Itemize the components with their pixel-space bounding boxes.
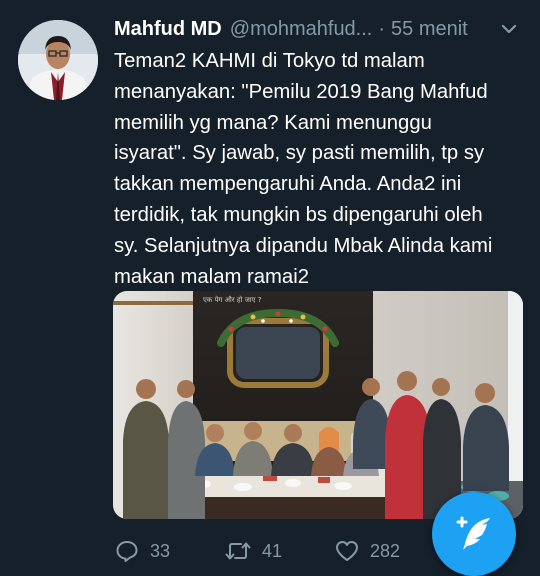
tweet-text: Teman2 KAHMI di Tokyo td malam menanyaka… bbox=[114, 50, 493, 288]
compose-tweet-button[interactable] bbox=[432, 492, 516, 576]
header-separator: · bbox=[378, 17, 386, 40]
tweet-header: Mahfud MD @mohmahfud... · 55 menit bbox=[114, 16, 534, 42]
reply-icon bbox=[116, 541, 138, 562]
like-button[interactable]: 282 bbox=[334, 536, 400, 566]
retweet-icon bbox=[225, 542, 251, 560]
retweet-count: 41 bbox=[262, 540, 283, 561]
tweet-photo[interactable]: एक पेग और हो जाए ? bbox=[113, 291, 523, 519]
heart-icon bbox=[336, 541, 358, 561]
reply-count: 33 bbox=[150, 540, 171, 561]
retweet-button[interactable]: 41 bbox=[224, 536, 282, 566]
author-handle[interactable]: @mohmahfud... bbox=[230, 18, 373, 41]
compose-feather-icon bbox=[456, 516, 490, 550]
wall-text: एक पेग और हो जाए ? bbox=[203, 295, 262, 304]
chevron-down-icon[interactable] bbox=[498, 18, 520, 40]
group-dinner-photo: एक पेग और हो जाए ? bbox=[113, 291, 523, 519]
avatar-photo bbox=[18, 20, 98, 100]
author-avatar[interactable] bbox=[18, 20, 98, 100]
author-name[interactable]: Mahfud MD bbox=[114, 18, 222, 41]
reply-button[interactable]: 33 bbox=[114, 536, 170, 566]
like-count: 282 bbox=[370, 540, 401, 561]
tweet-timestamp[interactable]: 55 menit bbox=[391, 18, 468, 41]
